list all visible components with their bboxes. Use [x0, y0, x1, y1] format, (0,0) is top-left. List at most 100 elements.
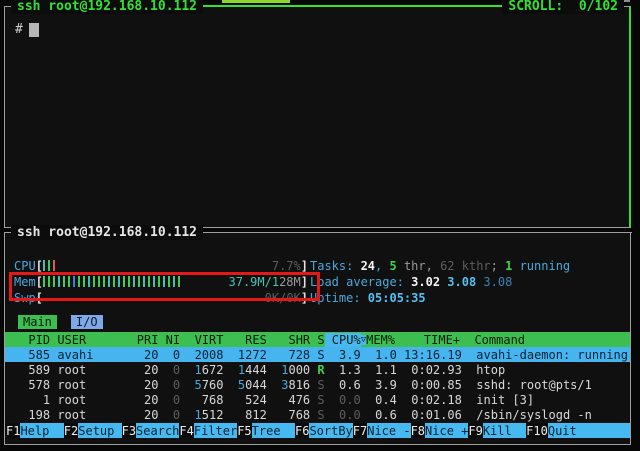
process-row-578[interactable]: 578root200576050443816S0.63.90:00.85sshd…	[5, 377, 630, 392]
text-segment: 5	[389, 259, 396, 273]
cell-virt: 5760	[180, 378, 223, 392]
process-row-198[interactable]: 198root2001512812768S0.00.60:01.06/sbin/…	[5, 407, 630, 422]
text-segment: 000	[288, 363, 310, 377]
fkey-label: SortBy	[309, 423, 352, 438]
pane-corner	[4, 6, 11, 7]
text-segment: 728	[288, 348, 310, 362]
column-header-pid[interactable]: PID	[14, 333, 50, 347]
fkey-f4[interactable]: F4Filter	[179, 423, 237, 438]
bottom-terminal-pane[interactable]: ssh root@192.168.10.112 CPU[ 7.7% ] Mem[…	[4, 232, 631, 445]
text-segment: 24	[361, 259, 375, 273]
cell-pid: 589	[14, 363, 50, 377]
mem-highlight-annotation	[9, 272, 320, 301]
text-segment: 0	[173, 393, 180, 407]
meter-bar-tick	[48, 260, 50, 271]
column-header-shr[interactable]: SHR	[267, 333, 310, 347]
cell-s: S	[310, 378, 324, 392]
text-segment: 0.0	[339, 393, 361, 407]
text-segment: 3.02	[411, 275, 447, 289]
fkey-f8[interactable]: F8Nice +	[411, 423, 469, 438]
fkey-number: F6	[295, 423, 309, 438]
text-segment: 0.0	[339, 408, 361, 422]
column-header-mem[interactable]: MEM%	[366, 333, 395, 347]
cell-ni: 0	[158, 348, 180, 362]
fkey-label: Nice +	[425, 423, 468, 438]
fkey-number: F1	[6, 423, 20, 438]
prompt-symbol: #	[15, 22, 23, 37]
text-segment: USER	[57, 333, 86, 347]
text-segment: 13:16.19	[404, 348, 462, 362]
column-header-cpu[interactable]: CPU%	[325, 333, 361, 347]
fkey-f9[interactable]: F9Kill	[468, 423, 526, 438]
top-pane-titlebar: ssh root@192.168.10.112 SCROLL: 0/102	[4, 0, 631, 14]
fkey-f1[interactable]: F1Help	[6, 423, 64, 438]
column-header-virt[interactable]: VIRT	[180, 333, 223, 347]
cell-user: root	[50, 393, 129, 407]
fkey-f2[interactable]: F2Setup	[64, 423, 122, 438]
column-header-pri[interactable]: PRI	[130, 333, 159, 347]
meter-bar-tick	[53, 260, 55, 271]
fkey-number: F4	[179, 423, 193, 438]
cell-virt: 1672	[180, 363, 223, 377]
cell-pri: 20	[130, 408, 159, 422]
column-header-user[interactable]: USER	[50, 333, 129, 347]
text-segment: root	[57, 378, 86, 392]
fkey-f3[interactable]: F3Search	[122, 423, 180, 438]
text-segment: 476	[288, 393, 310, 407]
text-segment: 589	[28, 363, 50, 377]
text-segment: 0.6	[375, 408, 397, 422]
column-header-ni[interactable]: NI	[158, 333, 180, 347]
top-terminal-pane[interactable]: ssh root@192.168.10.112 SCROLL: 0/102 #	[4, 6, 631, 228]
text-segment: 1.0	[375, 348, 397, 362]
fkey-f7[interactable]: F7Nice -	[353, 423, 411, 438]
text-segment: 62 kthr	[440, 259, 491, 273]
fkey-label: Kill	[483, 423, 526, 438]
cell-res: 1444	[223, 363, 266, 377]
text-segment: 816	[288, 378, 310, 392]
text-segment: PRI	[137, 333, 159, 347]
text-segment: 585	[28, 348, 50, 362]
text-segment: running	[512, 259, 570, 273]
tab-io[interactable]: I/O	[71, 315, 103, 329]
cell-virt: 1512	[180, 408, 223, 422]
column-header-s[interactable]: S	[310, 333, 324, 347]
fkey-f6[interactable]: F6SortBy	[295, 423, 353, 438]
text-segment: 2008	[195, 348, 224, 362]
text-segment: avahi	[57, 348, 93, 362]
text-segment: init [3]	[476, 393, 534, 407]
text-segment: 1272	[238, 348, 267, 362]
column-header-command[interactable]: Command	[460, 333, 525, 347]
scroll-label: SCROLL:	[508, 0, 563, 14]
text-segment: 578	[28, 378, 50, 392]
text-segment: Command	[474, 333, 525, 347]
text-segment: PID	[28, 333, 50, 347]
column-header-res[interactable]: RES	[223, 333, 266, 347]
cell-shr: 768	[267, 408, 310, 422]
tab-main[interactable]: Main	[18, 315, 57, 329]
text-segment: 1.1	[375, 363, 397, 377]
fkey-f5[interactable]: F5Tree	[237, 423, 295, 438]
process-row-1[interactable]: 1root200768524476S0.00.40:02.18init [3]	[5, 392, 630, 407]
cell-pri: 20	[130, 393, 159, 407]
pane-border-line	[203, 5, 502, 7]
cell-pri: 20	[130, 363, 159, 377]
pane-border-line	[203, 232, 625, 233]
text-segment: root	[57, 408, 86, 422]
text-segment: MEM%	[366, 333, 395, 347]
text-segment: 1	[505, 259, 512, 273]
scroll-value: 0/102	[579, 0, 618, 14]
uptime: Uptime: 05:05:35	[310, 290, 426, 305]
function-key-bar: F1Help F2Setup F3SearchF4FilterF5Tree F6…	[6, 423, 630, 438]
fkey-f10[interactable]: F10Quit	[526, 423, 630, 438]
process-row-589[interactable]: 589root200167214441000R1.31.10:02.93htop	[5, 362, 630, 377]
shell-prompt-line[interactable]: #	[15, 22, 39, 37]
text-segment: 0:00.85	[411, 378, 462, 392]
text-segment: 0	[173, 408, 180, 422]
text-segment: ;	[491, 259, 505, 273]
fkey-label: Tree	[252, 423, 295, 438]
column-header-time[interactable]: TIME+	[395, 333, 460, 347]
terminal-screen: ssh root@192.168.10.112 SCROLL: 0/102 # …	[0, 0, 640, 451]
process-row-585[interactable]: 585avahi20020081272728S3.91.013:16.19ava…	[5, 347, 630, 362]
text-segment: sshd: root@pts/1	[476, 378, 592, 392]
text-segment: 3.08	[447, 275, 483, 289]
